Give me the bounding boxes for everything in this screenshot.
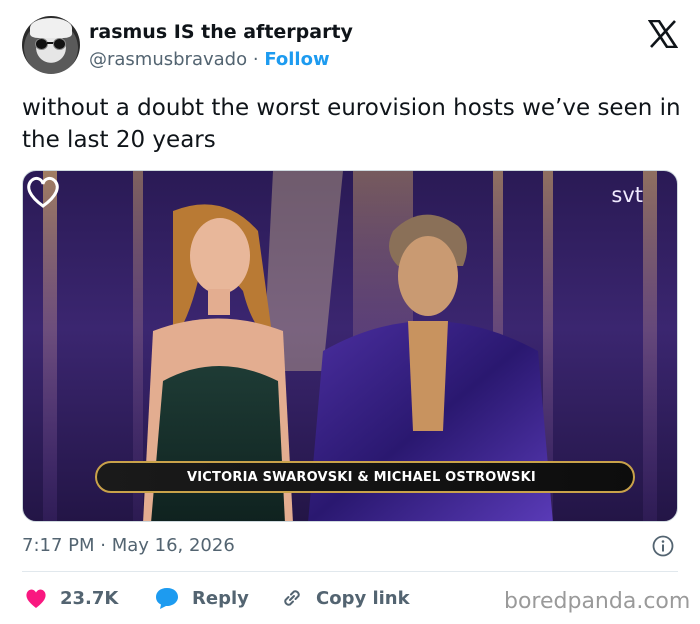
x-logo-icon[interactable] [648, 20, 678, 48]
reply-button[interactable]: Reply [154, 584, 249, 612]
avatar[interactable] [22, 16, 80, 74]
hosts-caption: VICTORIA SWAROVSKI & MICHAEL OSTROWSKI [187, 470, 536, 485]
watermark: boredpanda.com [504, 589, 691, 614]
heart-icon [26, 589, 46, 608]
reply-label: Reply [192, 587, 249, 609]
link-icon [284, 590, 300, 606]
author-handle-line: @rasmusbravado · Follow [89, 49, 330, 70]
avatar-glasses [35, 38, 67, 50]
divider [22, 571, 678, 572]
like-count: 23.7K [60, 587, 119, 609]
tweet-actions: 23.7K Reply Copy link [22, 584, 492, 612]
copy-link-button[interactable]: Copy link [280, 584, 410, 612]
avatar-hair [30, 18, 72, 38]
like-button[interactable]: 23.7K [24, 584, 118, 612]
copy-link-label: Copy link [316, 587, 410, 609]
eurovision-heart-icon [27, 176, 59, 208]
tweet-text: without a doubt the worst eurovision hos… [22, 95, 681, 153]
tweet-header: rasmus IS the afterparty @rasmusbravado … [22, 16, 682, 80]
handle-separator: · [252, 49, 259, 70]
follow-button[interactable]: Follow [264, 49, 329, 70]
reply-bubble-icon [156, 588, 178, 609]
author-display-name[interactable]: rasmus IS the afterparty [89, 21, 353, 43]
hosts-caption-bar: VICTORIA SWAROVSKI & MICHAEL OSTROWSKI [95, 461, 635, 493]
info-icon[interactable] [652, 535, 674, 557]
tweet-timestamp[interactable]: 7:17 PM · May 16, 2026 [22, 535, 235, 556]
author-handle[interactable]: @rasmusbravado [89, 49, 247, 70]
broadcaster-logo: svt [611, 183, 643, 207]
tweet-media[interactable]: svt VICTORIA SWAROVSKI & MICHAEL OSTROWS… [22, 170, 678, 522]
